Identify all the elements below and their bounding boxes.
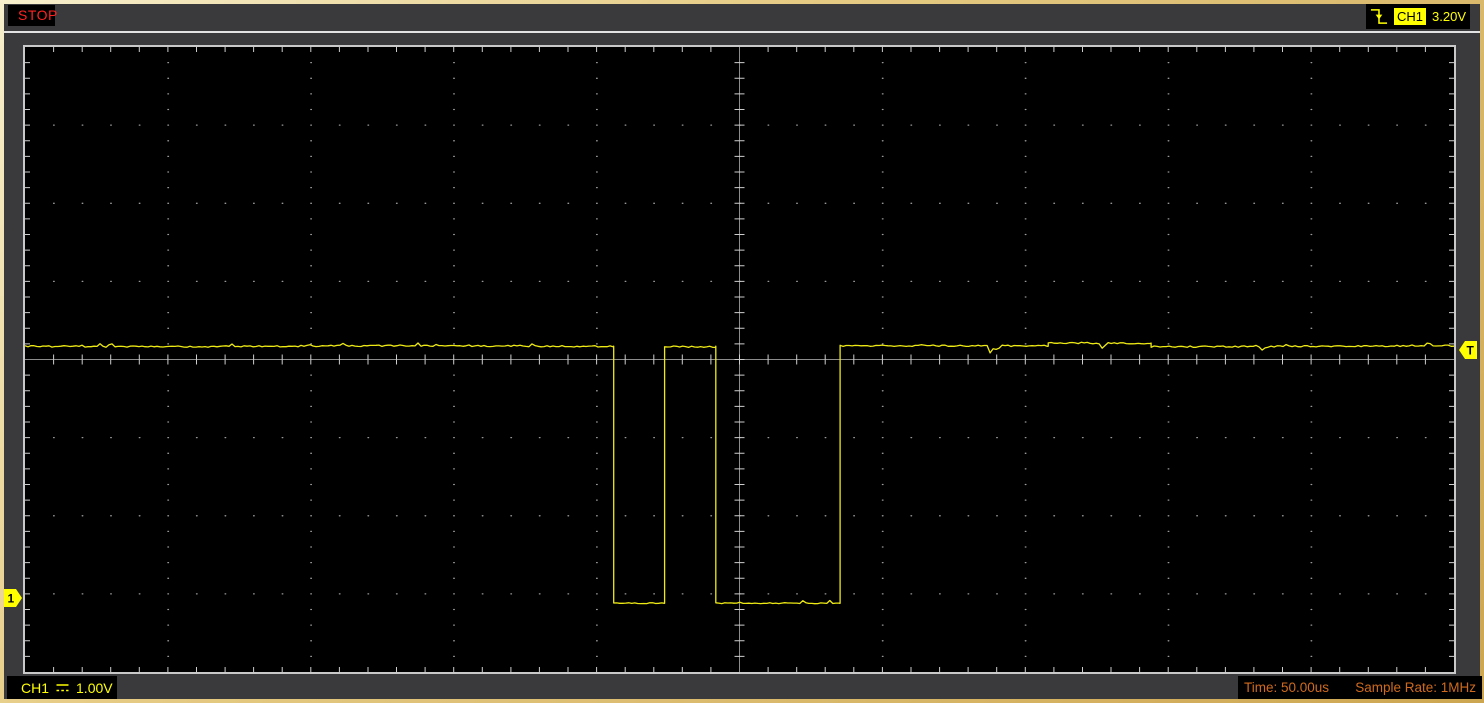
run-stop-indicator[interactable]: STOP [8, 5, 58, 26]
trigger-level-marker[interactable]: T [1458, 341, 1477, 359]
channel1-label: CH1 [21, 679, 50, 696]
trigger-marker-icon: T [1459, 341, 1477, 359]
run-state-label: STOP [18, 7, 58, 23]
scope-chrome: STOP CH1 3.20V 1 T CH1 1.00V Time: 50.00… [4, 4, 1482, 699]
falling-edge-trigger-icon [1370, 9, 1388, 24]
trigger-marker-label: T [1467, 344, 1475, 358]
channel1-marker-icon: 1 [4, 589, 22, 607]
sample-rate-value: Sample Rate: 1MHz [1355, 680, 1476, 695]
channel1-scale-value: 1.00V [76, 679, 113, 696]
channel1-ground-marker[interactable]: 1 [4, 589, 23, 607]
scope-window-frame: STOP CH1 3.20V 1 T CH1 1.00V Time: 50.00… [0, 0, 1484, 703]
trigger-info[interactable]: CH1 3.20V [1366, 4, 1470, 29]
dc-coupling-icon [56, 684, 69, 692]
toolbar [4, 4, 1480, 33]
trigger-level-value: 3.20V [1432, 9, 1466, 24]
trigger-source-badge[interactable]: CH1 [1394, 8, 1427, 25]
channel1-status[interactable]: CH1 1.00V [7, 676, 117, 699]
timebase-value: Time: 50.00us [1244, 680, 1330, 695]
channel1-marker-label: 1 [8, 592, 15, 606]
waveform-plot [25, 47, 1454, 672]
timebase-status[interactable]: Time: 50.00us Sample Rate: 1MHz [1238, 676, 1482, 699]
scope-screen [23, 45, 1456, 674]
